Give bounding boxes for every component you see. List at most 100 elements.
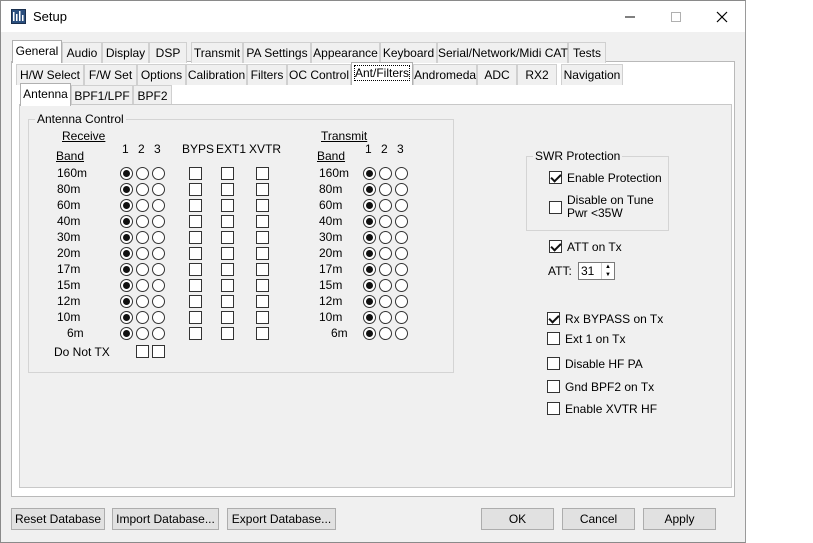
tx-ant-2-radio[interactable] [379,231,392,244]
att-stepper[interactable]: ▲ ▼ [578,262,615,280]
tx-ant-2-radio[interactable] [379,295,392,308]
ext1-checkbox[interactable] [221,167,234,180]
tab-fw-set[interactable]: F/W Set [84,64,137,85]
rx-ant-1-radio[interactable] [120,295,133,308]
rx-ant-3-radio[interactable] [152,215,165,228]
tx-ant-2-radio[interactable] [379,263,392,276]
rx-ant-3-radio[interactable] [152,231,165,244]
tx-ant-1-radio[interactable] [363,263,376,276]
rx-ant-3-radio[interactable] [152,263,165,276]
tab-filters[interactable]: Filters [247,64,287,85]
rx-ant-1-radio[interactable] [120,311,133,324]
disable-on-tune-checkbox[interactable] [549,201,562,214]
tab-hw-select[interactable]: H/W Select [16,64,84,85]
tx-ant-3-radio[interactable] [395,279,408,292]
tx-ant-3-radio[interactable] [395,167,408,180]
xvtr-checkbox[interactable] [256,215,269,228]
tx-ant-1-radio[interactable] [363,279,376,292]
xvtr-checkbox[interactable] [256,279,269,292]
xvtr-checkbox[interactable] [256,247,269,260]
export-database-button[interactable]: Export Database... [227,508,336,530]
rx-ant-3-radio[interactable] [152,167,165,180]
spin-up-icon[interactable]: ▲ [602,263,614,271]
tab-andromeda[interactable]: Andromeda [413,64,477,85]
tx-ant-2-radio[interactable] [379,247,392,260]
rx-ant-2-radio[interactable] [136,247,149,260]
rx-ant-2-radio[interactable] [136,263,149,276]
tx-ant-1-radio[interactable] [363,167,376,180]
rx-ant-3-radio[interactable] [152,327,165,340]
rx-ant-2-radio[interactable] [136,311,149,324]
tx-ant-1-radio[interactable] [363,215,376,228]
byps-checkbox[interactable] [189,311,202,324]
tab-dsp[interactable]: DSP [149,42,187,63]
rx-ant-1-radio[interactable] [120,279,133,292]
rx-ant-1-radio[interactable] [120,327,133,340]
import-database-button[interactable]: Import Database... [112,508,219,530]
close-button[interactable] [699,1,745,32]
tab-transmit[interactable]: Transmit [191,42,243,63]
tab-keyboard[interactable]: Keyboard [380,42,437,63]
gnd-bpf2-on-tx-checkbox[interactable] [547,380,560,393]
ok-button[interactable]: OK [481,508,554,530]
rx-ant-1-radio[interactable] [120,167,133,180]
tx-ant-3-radio[interactable] [395,295,408,308]
tx-ant-3-radio[interactable] [395,311,408,324]
xvtr-checkbox[interactable] [256,327,269,340]
apply-button[interactable]: Apply [643,508,716,530]
ext1-checkbox[interactable] [221,247,234,260]
byps-checkbox[interactable] [189,215,202,228]
tab-general[interactable]: General [12,40,62,63]
ext1-checkbox[interactable] [221,327,234,340]
rx-ant-2-radio[interactable] [136,183,149,196]
cancel-button[interactable]: Cancel [562,508,635,530]
do-not-tx-checkbox-2[interactable] [152,345,165,358]
att-on-tx-checkbox[interactable] [549,240,562,253]
tab-calibration[interactable]: Calibration [186,64,247,85]
att-stepper-arrows[interactable]: ▲ ▼ [601,263,614,279]
rx-ant-1-radio[interactable] [120,183,133,196]
enable-xvtr-hf-checkbox[interactable] [547,402,560,415]
rx-ant-3-radio[interactable] [152,311,165,324]
tx-ant-2-radio[interactable] [379,183,392,196]
reset-database-button[interactable]: Reset Database [11,508,105,530]
tx-ant-1-radio[interactable] [363,247,376,260]
byps-checkbox[interactable] [189,247,202,260]
rx-ant-3-radio[interactable] [152,279,165,292]
tab-bpf2[interactable]: BPF2 [133,85,172,106]
tx-ant-2-radio[interactable] [379,167,392,180]
tx-ant-3-radio[interactable] [395,327,408,340]
rx-ant-2-radio[interactable] [136,327,149,340]
ext1-checkbox[interactable] [221,215,234,228]
tx-ant-2-radio[interactable] [379,311,392,324]
byps-checkbox[interactable] [189,231,202,244]
xvtr-checkbox[interactable] [256,183,269,196]
tx-ant-3-radio[interactable] [395,183,408,196]
xvtr-checkbox[interactable] [256,295,269,308]
tab-appearance[interactable]: Appearance [311,42,380,63]
xvtr-checkbox[interactable] [256,199,269,212]
tab-audio[interactable]: Audio [62,42,102,63]
rx-ant-3-radio[interactable] [152,247,165,260]
do-not-tx-checkbox-1[interactable] [136,345,149,358]
byps-checkbox[interactable] [189,183,202,196]
ext1-checkbox[interactable] [221,183,234,196]
rx-ant-2-radio[interactable] [136,279,149,292]
tx-ant-2-radio[interactable] [379,327,392,340]
ext1-checkbox[interactable] [221,279,234,292]
tab-rx2[interactable]: RX2 [517,64,557,85]
tab-antenna[interactable]: Antenna [20,83,71,106]
tx-ant-1-radio[interactable] [363,311,376,324]
tab-adc[interactable]: ADC [477,64,517,85]
tx-ant-2-radio[interactable] [379,215,392,228]
maximize-button[interactable] [653,1,699,32]
spin-down-icon[interactable]: ▼ [602,271,614,279]
rx-bypass-on-tx-checkbox[interactable] [547,312,560,325]
byps-checkbox[interactable] [189,327,202,340]
ext1-checkbox[interactable] [221,231,234,244]
tx-ant-1-radio[interactable] [363,199,376,212]
xvtr-checkbox[interactable] [256,167,269,180]
minimize-button[interactable] [607,1,653,32]
tab-ant-filters[interactable]: Ant/Filters [351,62,413,85]
rx-ant-3-radio[interactable] [152,199,165,212]
